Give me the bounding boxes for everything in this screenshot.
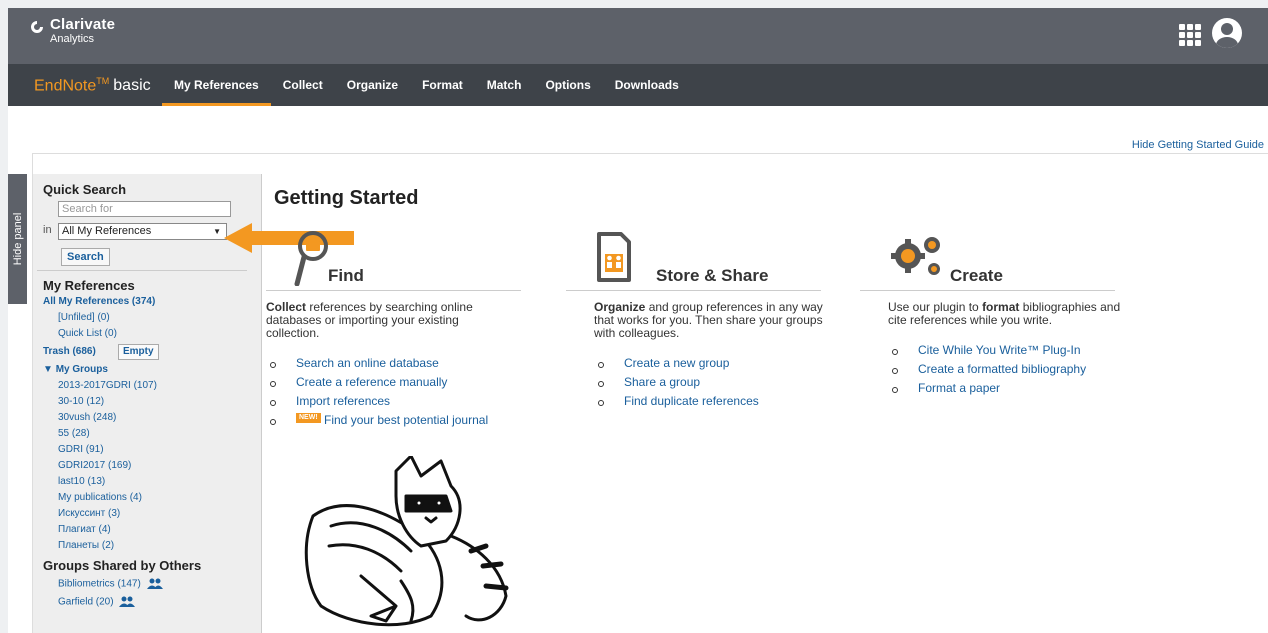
logo-line2: Analytics [50,33,95,45]
tab-format[interactable]: Format [410,64,475,106]
find-description: Collect references by searching online d… [266,301,501,340]
clarivate-logo[interactable]: Clarivate Analytics [30,17,115,45]
create-title: Create [950,266,1003,285]
store-share-header: Store & Share [566,228,821,291]
shared-group-label: Bibliometrics (147) [58,578,141,590]
unfiled-link[interactable]: [Unfiled] (0) [58,312,110,323]
apps-grid-icon[interactable] [1179,24,1201,46]
find-header: Find [266,228,521,291]
quick-search-title: Quick Search [43,182,127,197]
create-header: Create [860,228,1115,291]
app-frame: Clarivate Analytics EndNoteTM basic My Re… [8,8,1268,633]
find-best-journal-link[interactable]: NEW! Find your best potential journal [266,411,521,430]
shared-group-item[interactable]: Garfield (20) [58,596,136,608]
shared-group-label: Garfield (20) [58,596,114,608]
create-desc-bold: format [982,300,1020,314]
new-badge: NEW! [296,413,321,423]
find-desc-bold: Collect [266,300,307,314]
import-references-link[interactable]: Import references [266,392,521,411]
group-item[interactable]: GDRI2017 (169) [58,460,131,471]
user-avatar-icon[interactable] [1212,18,1242,48]
hide-panel-tab[interactable]: Hide panel [8,174,27,304]
create-column: Create Use our plugin to format bibliogr… [860,228,1123,398]
format-paper-link[interactable]: Format a paper [888,379,1123,398]
tab-match[interactable]: Match [475,64,534,106]
create-desc-pre: Use our plugin to [888,300,983,314]
store-share-links: Create a new group Share a group Find du… [594,354,829,411]
tab-organize[interactable]: Organize [335,64,410,106]
find-duplicates-link[interactable]: Find duplicate references [594,392,829,411]
tab-downloads[interactable]: Downloads [603,64,691,106]
create-bibliography-link[interactable]: Create a formatted bibliography [888,360,1123,379]
gears-icon [891,237,940,275]
create-description: Use our plugin to format bibliographies … [888,301,1123,327]
triangle-down-icon: ▼ [43,364,53,375]
brand-suffix: basic [113,77,151,95]
group-item[interactable]: Искуссинт (3) [58,508,120,519]
main-nav-bar: EndNoteTM basic My References Collect Org… [8,64,1268,106]
find-best-journal-label: Find your best potential journal [324,413,489,427]
group-item[interactable]: 55 (28) [58,428,90,439]
quick-search-input[interactable]: Search for [58,201,231,217]
document-share-icon [597,232,631,282]
my-references-heading: My References [43,278,135,293]
cite-while-you-write-link[interactable]: Cite While You Write™ Plug-In [888,341,1123,360]
group-item[interactable]: GDRI (91) [58,444,104,455]
chevron-down-icon: ▼ [213,227,221,236]
group-item[interactable]: Плагиат (4) [58,524,111,535]
create-reference-manually-link[interactable]: Create a reference manually [266,373,521,392]
shared-users-icon [119,596,136,607]
top-bar: Clarivate Analytics [8,8,1268,64]
group-item[interactable]: last10 (13) [58,476,105,487]
my-groups-toggle[interactable]: ▼ My Groups [43,364,108,375]
hide-panel-label: Hide panel [11,212,24,266]
group-item[interactable]: 30-10 (12) [58,396,104,407]
find-links: Search an online database Create a refer… [266,354,521,430]
group-item[interactable]: Планеты (2) [58,540,114,551]
logo-line1: Clarivate [50,16,116,33]
group-item[interactable]: 2013-2017GDRI (107) [58,380,157,391]
search-button[interactable]: Search [61,248,110,266]
all-my-references-link[interactable]: All My References (374) [43,296,155,307]
raccoon-mascot-illustration [304,456,509,627]
store-share-column: Store & Share Organize and group referen… [566,228,829,411]
hide-getting-started-link[interactable]: Hide Getting Started Guide [1132,139,1264,151]
create-links: Cite While You Write™ Plug-In Create a f… [888,341,1123,398]
quick-search-in-label: in [43,224,52,236]
scope-select-value: All My References [62,225,152,237]
clarivate-logo-icon [31,21,43,33]
quick-search-scope-select[interactable]: All My References ▼ [58,223,227,240]
quick-list-link[interactable]: Quick List (0) [58,328,117,339]
store-desc-bold: Organize [594,300,646,314]
search-online-database-link[interactable]: Search an online database [266,354,521,373]
brand-prefix: EndNote [34,77,97,95]
my-groups-label: My Groups [55,364,108,375]
magnifier-briefcase-icon [294,231,328,286]
tab-my-references[interactable]: My References [162,64,271,106]
groups-shared-heading: Groups Shared by Others [43,558,202,573]
shared-users-icon [146,578,163,589]
empty-trash-button[interactable]: Empty [118,344,159,360]
share-group-link[interactable]: Share a group [594,373,829,392]
store-share-title: Store & Share [656,266,769,285]
trash-link[interactable]: Trash (686) [43,346,96,357]
create-new-group-link[interactable]: Create a new group [594,354,829,373]
shared-group-item[interactable]: Bibliometrics (147) [58,578,164,590]
divider [37,270,247,271]
store-share-description: Organize and group references in any way… [594,301,829,340]
tab-collect[interactable]: Collect [271,64,335,106]
find-column: Find Collect references by searching onl… [266,228,521,430]
getting-started-title: Getting Started [274,187,419,209]
group-item[interactable]: My publications (4) [58,492,142,503]
group-item[interactable]: 30vush (248) [58,412,116,423]
tab-options[interactable]: Options [533,64,602,106]
find-title: Find [328,266,364,285]
brand-tm: TM [96,76,110,86]
endnote-brand[interactable]: EndNoteTM basic [34,76,151,95]
nav-tabs: My References Collect Organize Format Ma… [162,64,691,106]
